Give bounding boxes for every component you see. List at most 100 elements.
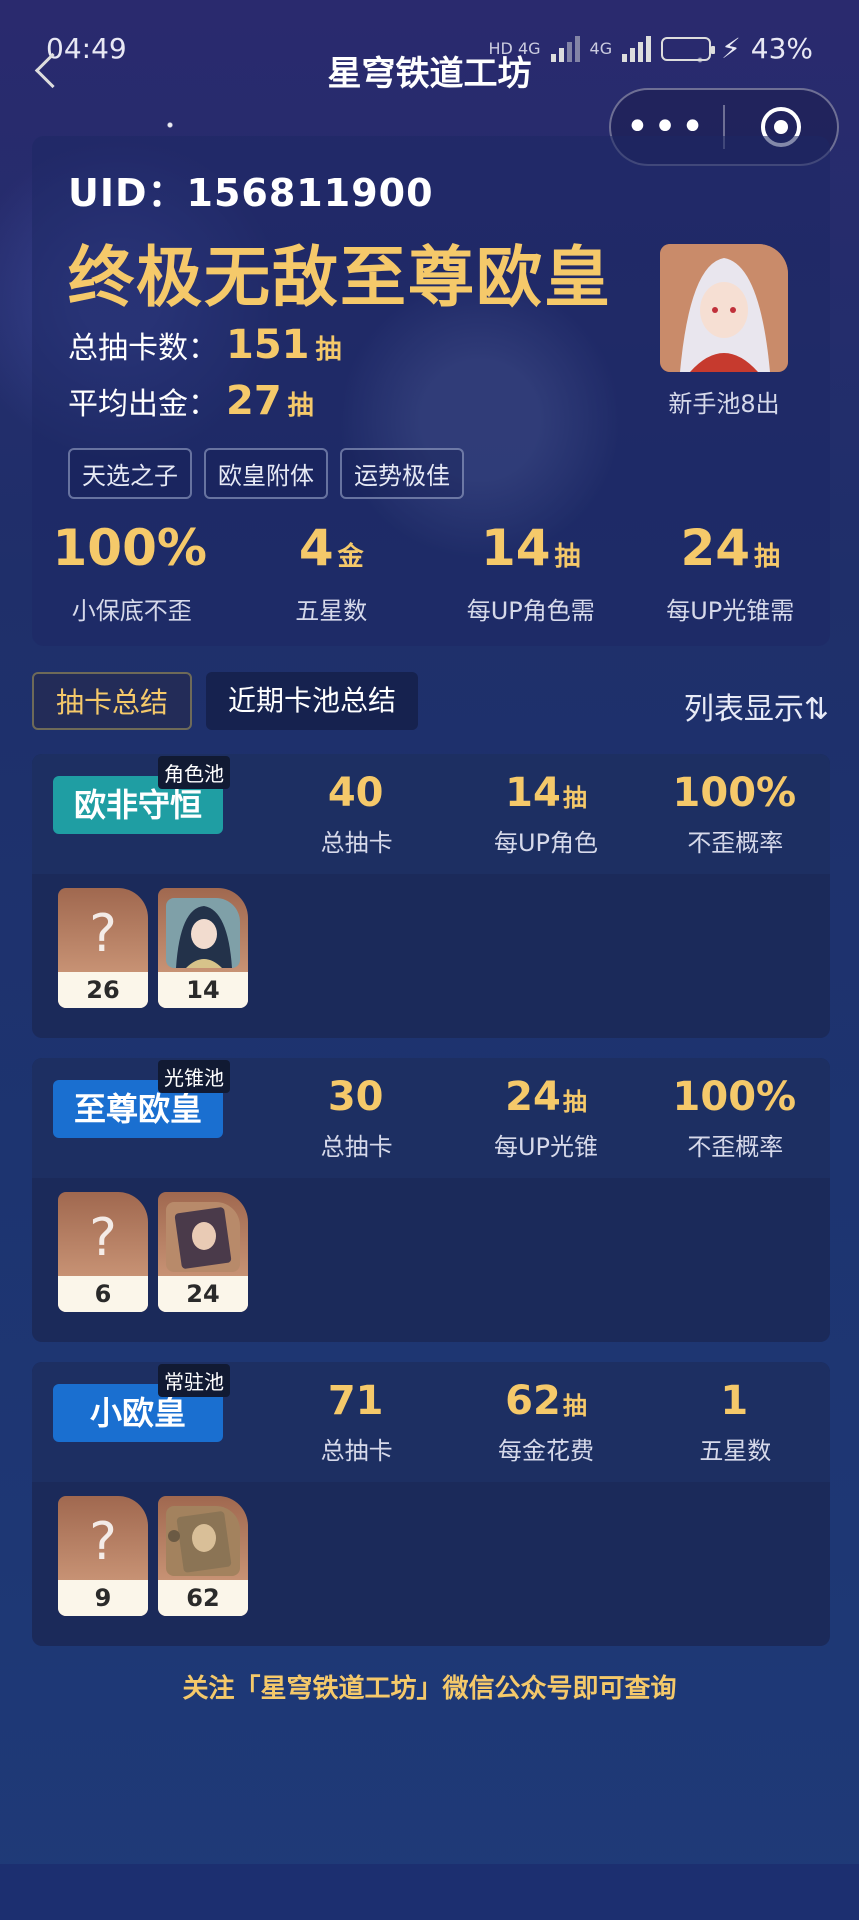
stat-unit: 抽 [562, 1088, 587, 1116]
pool-stat: 62抽每金花费 [451, 1378, 640, 1466]
pull-count: 6 [58, 1276, 148, 1312]
pull-card-lightcone[interactable]: 24 [158, 1192, 248, 1312]
total-pulls-value: 151 [226, 322, 310, 368]
pull-count: 24 [158, 1276, 248, 1312]
lightcone-portrait [166, 1202, 240, 1272]
pull-card-unknown[interactable]: ? 26 [58, 888, 148, 1008]
stat-unit: 抽 [562, 1392, 587, 1420]
stat-unit: 抽 [754, 542, 781, 572]
pool-stats: 30 总抽卡 24抽每UP光锥 100% 不歪概率 [262, 1074, 830, 1162]
average-pulls-line: 平均出金： 27 抽 [68, 378, 314, 424]
pool-header: 欧非守恒 角色池 40 总抽卡 14抽 每UP角色 100% 不歪概率 [32, 754, 830, 874]
stat-value: 100% [672, 1074, 797, 1120]
tab-pull-summary[interactable]: 抽卡总结 [32, 672, 193, 730]
pull-card-character[interactable]: 14 [158, 888, 248, 1008]
tag: 运势极佳 [340, 448, 464, 499]
pull-count: 62 [158, 1580, 248, 1616]
footer-note: 关注「星穹铁道工坊」微信公众号即可查询 [182, 1674, 677, 1704]
pull-history: ? 26 14 [58, 888, 248, 1008]
stat-value: 100% [52, 519, 207, 577]
average-pulls-unit: 抽 [287, 391, 314, 421]
uid-label: UID： [68, 171, 187, 215]
pool-stat: 14抽每UP角色 [451, 770, 640, 858]
pull-count: 9 [58, 1580, 148, 1616]
stat-unit: 金 [337, 542, 364, 572]
overall-stats: 100% 小保底不歪 4 金五星数 14 抽每UP角色需 24 抽每UP光锥需 [32, 520, 830, 626]
stat-value: 1 [720, 1378, 749, 1424]
stat-label: 小保底不歪 [71, 597, 192, 625]
average-pulls-value: 27 [226, 378, 282, 424]
question-mark-icon: ? [89, 904, 117, 964]
stat-label: 每金花费 [497, 1437, 594, 1465]
pool-header: 小欧皇 常驻池 71 总抽卡 62抽 每金花费 1 五星数 [32, 1362, 830, 1482]
stat-label: 总抽卡 [320, 829, 393, 857]
stat-label: 总抽卡 [320, 1133, 393, 1161]
tab-recent-pools[interactable]: 近期卡池总结 [206, 672, 419, 730]
stat-label: 不歪概率 [687, 829, 784, 857]
pool-type-label: 常驻池 [158, 1364, 230, 1397]
stat-label: 不歪概率 [687, 1133, 784, 1161]
avatar-portrait [660, 244, 788, 372]
stat-value: 4 [298, 519, 334, 577]
profile-card: UID：156811900 终极无敌至尊欧皇 总抽卡数： 151 抽 平均出金： 27… [32, 136, 830, 646]
pool-stat: 40 总抽卡 [262, 770, 451, 858]
question-mark-icon: ? [89, 1512, 117, 1572]
pull-card-unknown[interactable]: ? 6 [58, 1192, 148, 1312]
tag: 欧皇附体 [204, 448, 328, 499]
stat-label: 总抽卡 [320, 1437, 393, 1465]
pool-stat: 71 总抽卡 [262, 1378, 451, 1466]
pull-card-unknown[interactable]: ? 9 [58, 1496, 148, 1616]
pool-card-character: 欧非守恒 角色池 40 总抽卡 14抽 每UP角色 100% 不歪概率 ? 26 14 [32, 754, 830, 1038]
rank-title: 终极无敌至尊欧皇 [68, 239, 612, 316]
stat-label: 每UP光锥 [493, 1133, 599, 1161]
pool-type-label: 角色池 [158, 756, 230, 789]
stat-value: 62 [505, 1378, 561, 1424]
uid-line: UID：156811900 [68, 162, 434, 217]
bottom-bar [0, 1864, 859, 1920]
stat-label: 每UP角色需 [466, 597, 595, 625]
stat-five-star-count: 4 金五星数 [232, 520, 432, 626]
pool-header: 至尊欧皇 光锥池 30 总抽卡 24抽 每UP光锥 100% 不歪概率 [32, 1058, 830, 1178]
stat-unit: 抽 [554, 542, 581, 572]
stat-value: 100% [672, 770, 797, 816]
pull-history: ? 6 24 [58, 1192, 248, 1312]
avatar-caption: 新手池8出 [668, 390, 780, 418]
average-pulls-label: 平均出金： [68, 387, 218, 422]
list-view-toggle[interactable]: 列表显示⇅ [684, 684, 829, 728]
tag-list: 天选之子 欧皇附体 运势极佳 [68, 448, 464, 499]
tag: 天选之子 [68, 448, 192, 499]
pool-card-lightcone: 至尊欧皇 光锥池 30 总抽卡 24抽 每UP光锥 100% 不歪概率 ? 6 24 [32, 1058, 830, 1342]
stat-value: 30 [327, 1074, 384, 1120]
pool-stat: 30 总抽卡 [262, 1074, 451, 1162]
uid-value: 156811900 [186, 171, 434, 215]
stat-value: 14 [505, 770, 561, 816]
stat-label: 每UP角色 [493, 829, 599, 857]
pool-card-standard: 小欧皇 常驻池 71 总抽卡 62抽 每金花费 1 五星数 ? 9 62 [32, 1362, 830, 1646]
total-pulls-line: 总抽卡数： 151 抽 [68, 322, 342, 368]
stat-label: 每UP光锥需 [666, 597, 795, 625]
question-mark-icon: ? [89, 1208, 117, 1268]
stat-label: 五星数 [295, 597, 368, 625]
stat-value: 24 [505, 1074, 561, 1120]
pool-stat: 100% 不歪概率 [641, 770, 830, 858]
pull-card-lightcone[interactable]: 62 [158, 1496, 248, 1616]
stat-value: 24 [680, 519, 751, 577]
summary-tabs: 抽卡总结 近期卡池总结 [32, 672, 419, 730]
pool-stat: 24抽每UP光锥 [451, 1074, 640, 1162]
character-portrait [166, 898, 240, 968]
total-pulls-label: 总抽卡数： [68, 331, 218, 366]
pool-stats: 71 总抽卡 62抽每金花费 1 五星数 [262, 1378, 830, 1466]
pull-history: ? 9 62 [58, 1496, 248, 1616]
pool-stats: 40 总抽卡 14抽每UP角色 100% 不歪概率 [262, 770, 830, 858]
pull-count: 14 [158, 972, 248, 1008]
lightcone-portrait [166, 1506, 240, 1576]
pool-stat: 1 五星数 [641, 1378, 830, 1466]
stat-label: 五星数 [699, 1437, 772, 1465]
stat-per-up-character: 14 抽每UP角色需 [431, 520, 631, 626]
stat-unit: 抽 [562, 784, 587, 812]
pool-type-label: 光锥池 [158, 1060, 230, 1093]
pool-stat: 100% 不歪概率 [641, 1074, 830, 1162]
stat-guarantee: 100% 小保底不歪 [32, 520, 232, 626]
stat-per-up-lightcone: 24 抽每UP光锥需 [631, 520, 831, 626]
stat-value: 40 [327, 770, 384, 816]
